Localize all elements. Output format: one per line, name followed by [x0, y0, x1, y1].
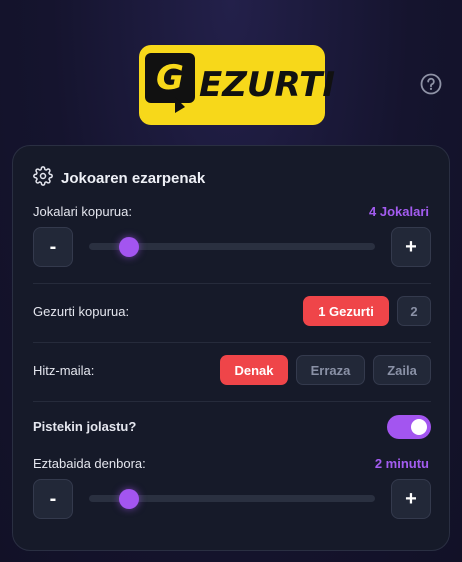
players-label: Jokalari kopurua:: [33, 204, 132, 219]
toggle-knob: [411, 419, 427, 435]
logo-letter: G: [156, 58, 184, 98]
speech-bubble-icon: G: [145, 53, 195, 113]
players-increment-button[interactable]: +: [391, 227, 431, 267]
liars-label: Gezurti kopurua:: [33, 304, 130, 319]
settings-title: Jokoaren ezarpenak: [61, 169, 206, 187]
settings-header: Jokoaren ezarpenak: [33, 166, 205, 190]
difficulty-option-all[interactable]: Denak: [220, 355, 288, 385]
liars-option-2[interactable]: 2: [397, 296, 431, 326]
debate-increment-button[interactable]: +: [391, 479, 431, 519]
debate-decrement-button[interactable]: -: [33, 479, 73, 519]
divider: [33, 283, 431, 284]
divider: [33, 342, 431, 343]
debate-slider-thumb[interactable]: [119, 489, 140, 509]
gear-icon: [33, 166, 53, 190]
liars-option-1[interactable]: 1 Gezurti: [303, 296, 389, 326]
players-decrement-button[interactable]: -: [33, 227, 73, 267]
app-logo: G EZURTI: [139, 45, 335, 125]
debate-value: 2 minutu: [374, 456, 429, 471]
points-label: Pistekin jolastu?: [33, 419, 137, 434]
logo-text: EZURTI: [199, 65, 335, 105]
question-circle-icon[interactable]: [420, 73, 442, 95]
points-toggle[interactable]: [387, 415, 431, 439]
difficulty-option-easy[interactable]: Erraza: [296, 355, 365, 385]
players-slider-thumb[interactable]: [119, 237, 140, 257]
debate-label: Eztabaida denbora:: [33, 456, 146, 471]
difficulty-label: Hitz-maila:: [33, 363, 95, 378]
divider: [33, 401, 431, 402]
players-value: 4 Jokalari: [369, 204, 429, 219]
difficulty-option-hard[interactable]: Zaila: [373, 355, 431, 385]
settings-card: Jokoaren ezarpenak Jokalari kopurua: 4 J…: [12, 145, 450, 551]
